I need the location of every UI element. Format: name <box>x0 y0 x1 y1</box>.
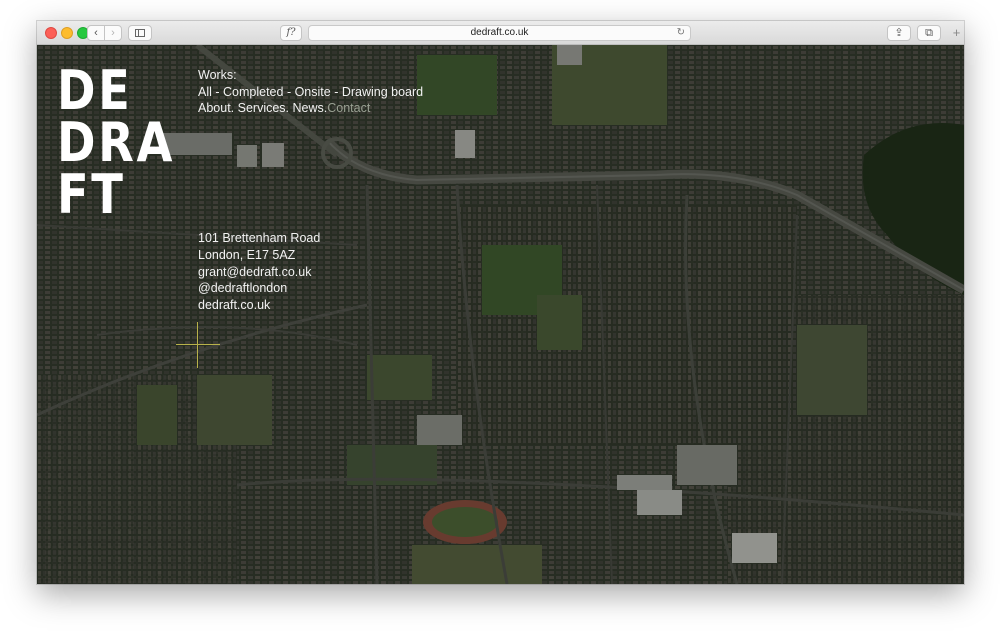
website-link[interactable]: dedraft.co.uk <box>198 297 320 314</box>
logo-line-1: DE <box>57 59 133 122</box>
minimize-window-button[interactable] <box>61 27 73 39</box>
nav-link-onsite[interactable]: Onsite <box>295 85 331 99</box>
show-tabs-button[interactable]: ⧉ <box>917 25 941 41</box>
separator: - <box>330 84 342 99</box>
nav-link-news[interactable]: News. <box>293 101 328 115</box>
close-window-button[interactable] <box>45 27 57 39</box>
site-logo[interactable]: DE DRA FT <box>57 59 175 226</box>
sidebar-icon <box>135 29 145 37</box>
nav-link-completed[interactable]: Completed <box>223 85 283 99</box>
address-line-2: London, E17 5AZ <box>198 247 296 262</box>
logo-line-2: DRA <box>57 111 175 174</box>
separator: - <box>283 84 295 99</box>
logo-line-3: FT <box>57 163 126 226</box>
reload-icon[interactable]: ↻ <box>677 26 685 40</box>
nav-link-about[interactable]: About. <box>198 101 234 115</box>
new-tab-button[interactable]: + <box>949 25 964 41</box>
nav-link-services[interactable]: Services. <box>238 101 289 115</box>
url-text: dedraft.co.uk <box>470 27 529 38</box>
works-heading: Works: <box>198 68 237 82</box>
map-dim-overlay <box>37 45 964 584</box>
main-nav-row: About. Services. News.Contact <box>198 100 423 117</box>
nav-link-contact[interactable]: Contact <box>327 101 370 115</box>
back-button[interactable]: ‹ <box>87 25 105 41</box>
separator: - <box>211 84 224 99</box>
nav-link-drawing-board[interactable]: Drawing board <box>342 85 423 99</box>
twitter-link[interactable]: @dedraftlondon <box>198 280 320 297</box>
browser-window: ‹ › f? dedraft.co.uk ↻ ⇪ ⧉ + DE DRA FT W… <box>37 21 964 584</box>
address-line-1: 101 Brettenham Road <box>198 231 321 245</box>
nav-link-all[interactable]: All <box>198 85 212 99</box>
sidebar-toggle-button[interactable] <box>128 25 152 41</box>
reader-button[interactable]: f? <box>280 25 302 41</box>
forward-button[interactable]: › <box>104 25 122 41</box>
location-crosshair-horizontal <box>176 344 220 345</box>
page-viewport: DE DRA FT Works: All - Completed - Onsit… <box>37 45 964 584</box>
contact-details: 101 Brettenham Road London, E17 5AZ gran… <box>198 230 320 314</box>
email-link[interactable]: grant@dedraft.co.uk <box>198 264 320 281</box>
works-filter-row: All - Completed - Onsite - Drawing board <box>198 84 423 101</box>
location-crosshair-vertical <box>197 322 198 368</box>
browser-toolbar: ‹ › f? dedraft.co.uk ↻ ⇪ ⧉ + <box>37 21 964 45</box>
share-button[interactable]: ⇪ <box>887 25 911 41</box>
address-bar[interactable]: dedraft.co.uk ↻ <box>308 25 691 41</box>
site-navigation: Works: All - Completed - Onsite - Drawin… <box>198 67 423 117</box>
